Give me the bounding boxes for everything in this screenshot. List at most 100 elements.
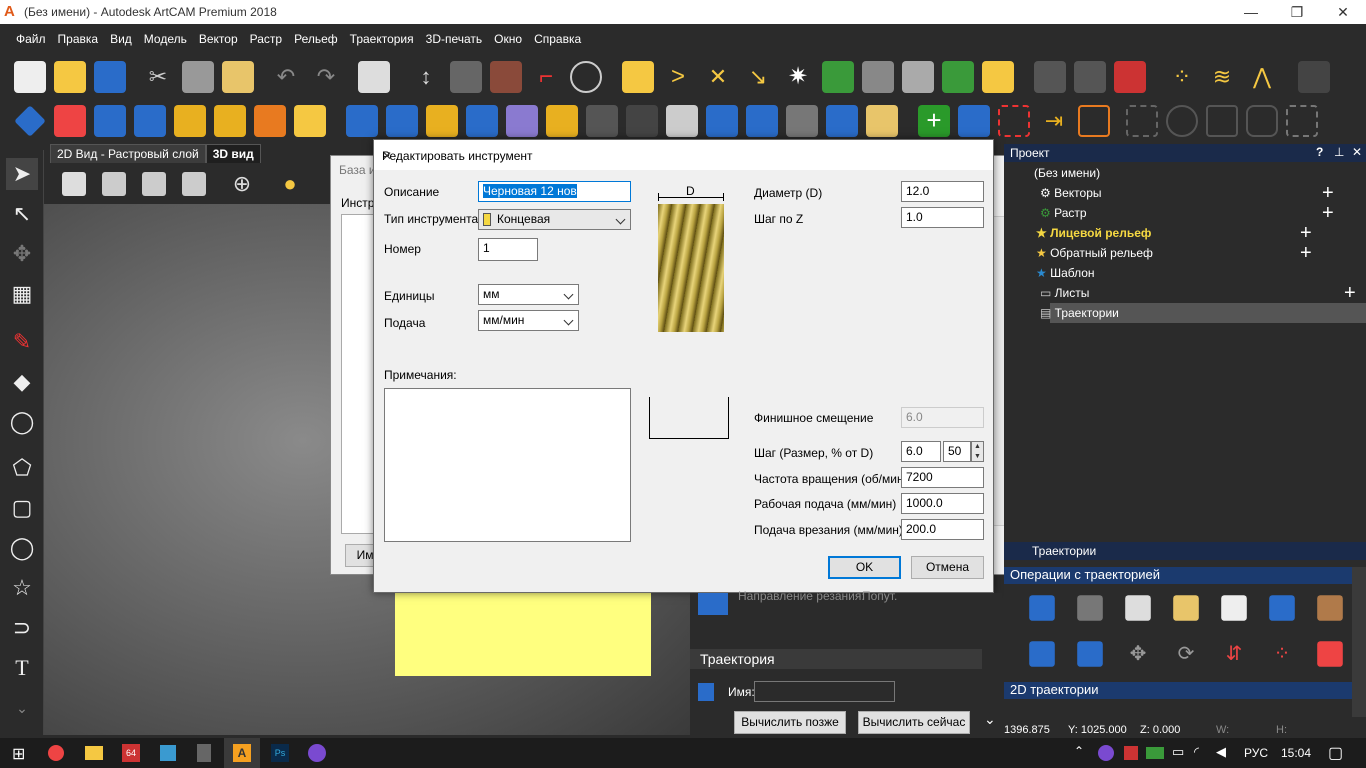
diameter-field[interactable]: 12.0: [901, 181, 984, 202]
material-setup-icon[interactable]: [1269, 595, 1295, 621]
relief-stack-icon[interactable]: [214, 105, 246, 137]
arc-draw-icon[interactable]: ⊃: [6, 612, 38, 644]
stepover-spinner[interactable]: ▲ ▼: [971, 441, 984, 462]
pattern-icon[interactable]: [902, 61, 934, 93]
relief-plane-icon[interactable]: [826, 105, 858, 137]
relief-arrow-icon[interactable]: ⇥: [1038, 105, 1070, 137]
view-iso-red-icon[interactable]: [62, 172, 86, 196]
number-field[interactable]: 1: [478, 238, 538, 261]
save-icon[interactable]: [94, 61, 126, 93]
measure-icon[interactable]: ◯: [6, 406, 38, 438]
move-toolpath-icon[interactable]: ✥: [1122, 638, 1154, 670]
add-green-icon[interactable]: +: [918, 105, 950, 137]
color-icon[interactable]: [1114, 61, 1146, 93]
relief-dot-icon[interactable]: [626, 105, 658, 137]
toolpaths-scrollbar[interactable]: [1352, 567, 1366, 717]
view-front-icon[interactable]: [102, 172, 126, 196]
volume-icon[interactable]: ◀: [1216, 744, 1226, 760]
network-icon[interactable]: ▭: [1172, 744, 1184, 760]
pin-icon[interactable]: ⊥: [1334, 145, 1344, 159]
feed-rate-field[interactable]: 1000.0: [901, 493, 984, 514]
tree-item-toolpaths[interactable]: ▤ Траектории: [1040, 306, 1119, 320]
point-tool-icon[interactable]: [1286, 105, 1318, 137]
photoshop-icon[interactable]: Ps: [271, 744, 289, 762]
menu-relief[interactable]: Рельеф: [288, 24, 344, 54]
add-back-relief-icon[interactable]: +: [1300, 242, 1312, 265]
transform-icon[interactable]: [450, 61, 482, 93]
menu-bitmap[interactable]: Растр: [244, 24, 288, 54]
tray-chevron-icon[interactable]: ⌃: [1074, 744, 1084, 758]
stepover-percent-field[interactable]: 50: [943, 441, 971, 462]
wifi-icon[interactable]: ◜: [1194, 744, 1199, 760]
menu-model[interactable]: Модель: [138, 24, 193, 54]
relief-blue-icon[interactable]: [14, 105, 46, 137]
copy-icon[interactable]: [182, 61, 214, 93]
plunge-rate-field[interactable]: 200.0: [901, 519, 984, 540]
save-toolpath-icon[interactable]: [1029, 595, 1055, 621]
close-window-button[interactable]: ✕: [1320, 0, 1366, 24]
relief-diamond-icon[interactable]: [746, 105, 778, 137]
zoom-icon[interactable]: ⊕: [226, 168, 258, 200]
maximize-button[interactable]: ❐: [1274, 0, 1320, 24]
relief-bowl-icon[interactable]: [958, 105, 990, 137]
relief-redstar-icon[interactable]: [998, 105, 1030, 137]
explorer-icon[interactable]: [85, 746, 103, 760]
panel-close-icon[interactable]: ✕: [1352, 145, 1362, 159]
menu-vector[interactable]: Вектор: [193, 24, 244, 54]
relief-green-icon[interactable]: [822, 61, 854, 93]
relief-lines-icon[interactable]: [426, 105, 458, 137]
tree-item-back-relief[interactable]: ★ Обратный рельеф: [1036, 246, 1153, 260]
relief-texture-icon[interactable]: [254, 105, 286, 137]
chrome-icon[interactable]: [48, 745, 64, 761]
erase-relief-icon[interactable]: [1034, 61, 1066, 93]
relief-cubes-icon[interactable]: [134, 105, 166, 137]
help-icon[interactable]: ?: [1316, 145, 1323, 159]
photos-icon[interactable]: [160, 745, 176, 761]
grid-red-icon[interactable]: [1317, 641, 1343, 667]
relief-disabled-icon[interactable]: [586, 105, 618, 137]
undo-icon[interactable]: ↶: [270, 61, 302, 93]
description-field[interactable]: Черновая 12 нов: [478, 181, 631, 202]
relief-smooth-icon[interactable]: [666, 105, 698, 137]
transform-tool-icon[interactable]: ✥: [6, 238, 38, 270]
relief-pyramid-icon[interactable]: [94, 105, 126, 137]
relief-stackup-icon[interactable]: [866, 105, 898, 137]
dialog-close-icon[interactable]: ✕: [382, 149, 985, 163]
expand-chevron-icon[interactable]: ⌄: [984, 711, 996, 728]
toolpath-merge-icon[interactable]: [1077, 641, 1103, 667]
star-tool-icon[interactable]: ☆: [6, 572, 38, 604]
tool-type-select[interactable]: Концевая: [478, 209, 631, 230]
relief-up-icon[interactable]: [466, 105, 498, 137]
pencil-icon[interactable]: ✎: [6, 326, 38, 358]
relief-layers-icon[interactable]: [706, 105, 738, 137]
notifications-icon[interactable]: ▢: [1328, 743, 1343, 763]
rotate-toolpath-icon[interactable]: ⟳: [1170, 638, 1202, 670]
layers-icon[interactable]: [490, 61, 522, 93]
fillet-icon[interactable]: ↘: [742, 61, 774, 93]
snap-icon[interactable]: [570, 61, 602, 93]
texture-icon[interactable]: [862, 61, 894, 93]
text-tool-icon[interactable]: T: [6, 652, 38, 684]
relief-star-icon[interactable]: [294, 105, 326, 137]
tool-tree[interactable]: [341, 214, 375, 534]
viber-icon[interactable]: [308, 744, 326, 762]
redo-icon[interactable]: ↷: [310, 61, 342, 93]
new-file-icon[interactable]: [14, 61, 46, 93]
relief-split-icon[interactable]: [386, 105, 418, 137]
tool-down-icon[interactable]: [1221, 595, 1247, 621]
feed-units-select[interactable]: мм/мин: [478, 310, 579, 331]
grid-tool-icon[interactable]: ▦: [6, 278, 38, 310]
vector-arrow-icon[interactable]: >: [662, 61, 694, 93]
clock[interactable]: 15:04: [1281, 746, 1311, 760]
tree-item-sheets[interactable]: ▭ Листы: [1040, 286, 1089, 300]
windows-start-icon[interactable]: ⊞: [12, 744, 25, 764]
tab-2d-view[interactable]: 2D Вид - Растровый слой: [50, 144, 206, 163]
toolpath-ops-header[interactable]: Операции с траекторией: [1004, 567, 1356, 584]
cut-icon[interactable]: ✂: [142, 61, 174, 93]
rounded-rect-icon[interactable]: [1246, 105, 1278, 137]
select-arrow-icon[interactable]: ➤: [6, 158, 38, 190]
view-top-icon[interactable]: [182, 172, 206, 196]
select-box-icon[interactable]: [1126, 105, 1158, 137]
tray-app-icon[interactable]: [1124, 746, 1138, 760]
nodes-toolpath-icon[interactable]: ⁘: [1266, 638, 1298, 670]
